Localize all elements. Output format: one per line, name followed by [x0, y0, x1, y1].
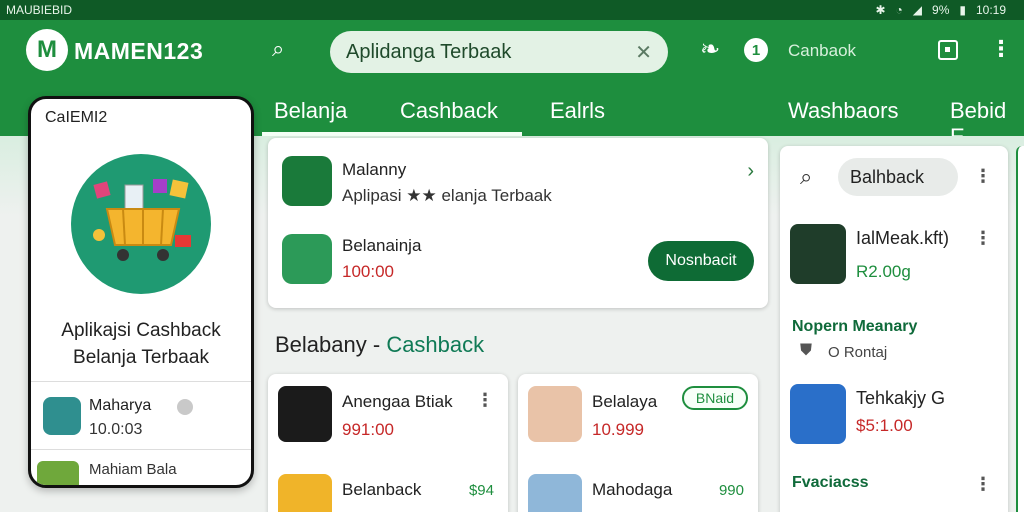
divider: [31, 449, 251, 450]
cashback-label[interactable]: Canbaok: [788, 41, 856, 61]
tab-washbaors[interactable]: Washbaors: [788, 98, 898, 124]
more-icon[interactable]: ⋮: [974, 228, 992, 249]
filter-chip[interactable]: Balhback: [838, 158, 958, 196]
wifi-icon: ◔: [895, 3, 903, 17]
more-icon[interactable]: ⋮: [990, 36, 1012, 62]
cashback-button[interactable]: Nosnbacit: [648, 241, 754, 281]
section-title: Belabany - Cashback: [275, 332, 484, 358]
shopping-cart-icon: [93, 179, 191, 261]
phone-title: CaIEMI2: [45, 109, 108, 126]
product-card[interactable]: Belalaya 10.999 BNaid Mahodaga 990: [518, 374, 758, 512]
status-dot-icon: [177, 399, 193, 415]
more-icon[interactable]: ⋮: [974, 166, 992, 187]
clear-icon[interactable]: ✕: [635, 40, 652, 65]
product-extra: $94: [468, 482, 494, 499]
more-icon[interactable]: ⋮: [974, 474, 992, 495]
chevron-right-icon[interactable]: ›: [747, 160, 754, 183]
tab-ealrls[interactable]: Ealrls: [550, 98, 605, 124]
search-input[interactable]: Aplidanga Terbaak ✕: [330, 31, 668, 73]
tab-belanja[interactable]: Belanja: [274, 98, 347, 124]
status-badge: BNaid: [682, 386, 748, 410]
status-bar: MAUBIEBID ✱ ◔ ◢ 9% ▮ 10:19: [0, 0, 1024, 20]
app-icon[interactable]: [37, 461, 79, 485]
product-card[interactable]: Anengaa Btiak 991:00 ⋮ Belanback $94: [268, 374, 508, 512]
product-extra: 990: [718, 482, 744, 499]
featured-item-name[interactable]: Malanny: [342, 160, 406, 180]
app-bar: M MAMEN123 ⌕ Aplidanga Terbaak ✕ ❧ 1 Can…: [0, 20, 1024, 84]
app-logo[interactable]: M: [26, 29, 68, 71]
status-left-text: MAUBIEBID: [6, 3, 73, 17]
panel-item-name[interactable]: Tehkakjy G: [856, 388, 945, 409]
basket-app-icon[interactable]: [282, 234, 332, 284]
cart-app-icon[interactable]: [282, 156, 332, 206]
section-title-dash: -: [366, 332, 387, 357]
shield-icon: ⛊: [800, 342, 813, 359]
more-icon[interactable]: ⋮: [476, 390, 494, 411]
panel-rating: O Rontaj: [828, 344, 888, 361]
bluetooth-icon: ✱: [875, 3, 886, 17]
store-app-icon: [528, 474, 582, 512]
phone-headline: Aplikajsi Cashback Belanja Terbaak: [61, 320, 221, 368]
shop-app-icon[interactable]: [790, 384, 846, 444]
featured-item-subtitle: Aplipasi ★★ elanja Terbaak: [342, 186, 552, 205]
panel-item-name[interactable]: IalMeak.kft): [856, 228, 949, 249]
panel-section-heading: Nopern Meanary: [792, 318, 918, 335]
section-title-main: Belabany: [275, 332, 367, 357]
game-app-icon: [278, 386, 332, 442]
search-value: Aplidanga Terbaak: [346, 40, 512, 63]
cart-app-icon: [278, 474, 332, 512]
next-panel-edge: [1016, 146, 1024, 512]
section-title-accent: Cashback: [386, 332, 485, 357]
status-right: ✱ ◔ ◢ 9% ▮ 10:19: [875, 3, 1006, 17]
featured-item2-name[interactable]: Belanainja: [342, 236, 421, 256]
phone-preview: CaIEMI2 Aplikajsi Cashback Belanja Terba…: [28, 96, 254, 488]
phone-row-value: 10.0:03: [89, 421, 143, 438]
avatar: [528, 386, 582, 442]
brand-name: MAMEN123: [74, 38, 204, 64]
qr-icon[interactable]: [938, 40, 958, 60]
search-icon[interactable]: ⌕: [800, 164, 812, 190]
panel-section-heading: Fvaciacss: [792, 474, 869, 491]
phone-row-name[interactable]: Maharya: [89, 397, 151, 415]
tab-cashback[interactable]: Cashback: [400, 98, 498, 124]
divider: [31, 381, 251, 382]
battery-percent: 9%: [932, 3, 950, 17]
notification-badge[interactable]: 1: [744, 38, 768, 62]
signal-icon: ◢: [912, 3, 923, 17]
right-panel: ⌕ Balhback ⋮ IalMeak.kft) R2.00g ⋮ Noper…: [780, 146, 1008, 512]
app-icon[interactable]: [43, 397, 81, 435]
product-name[interactable]: Anengaa Btiak: [342, 392, 453, 412]
product-price: 10.999: [592, 420, 644, 439]
product-name[interactable]: Mahodaga: [592, 480, 672, 500]
search-icon[interactable]: ⌕: [272, 36, 284, 62]
phone-row2-name[interactable]: Mahiam Bala: [89, 461, 177, 478]
panel-item-price: R2.00g: [856, 262, 911, 281]
featured-item2-price: 100:00: [342, 262, 394, 281]
product-name[interactable]: Belalaya: [592, 392, 657, 412]
clock: 10:19: [975, 3, 1006, 17]
phone-app-icon[interactable]: [790, 224, 846, 284]
product-name[interactable]: Belanback: [342, 480, 421, 500]
battery-icon: ▮: [959, 3, 966, 17]
featured-card: Malanny Aplipasi ★★ elanja Terbaak › Bel…: [268, 138, 768, 308]
leaf-icon[interactable]: ❧: [700, 35, 720, 64]
product-price: 991:00: [342, 420, 394, 439]
panel-item-price: $5:1.00: [856, 416, 913, 435]
